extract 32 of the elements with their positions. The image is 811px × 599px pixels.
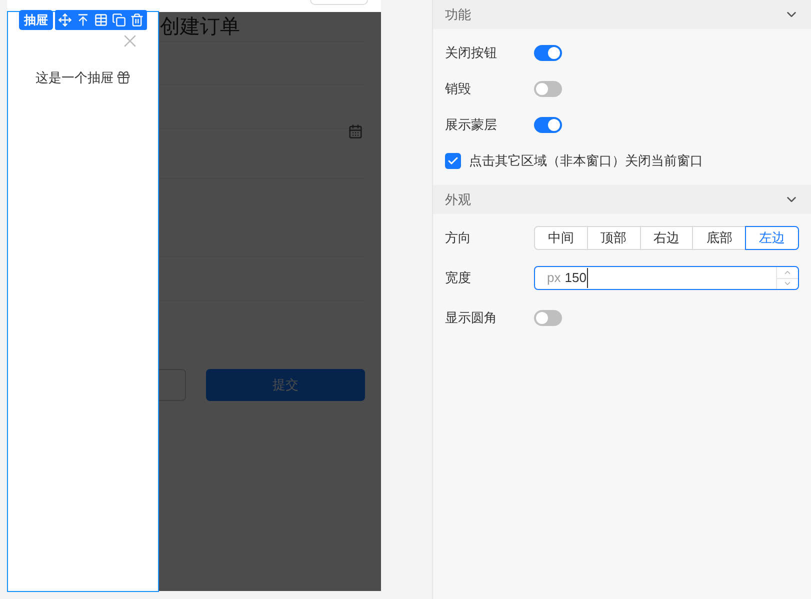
move-icon[interactable] [58,13,72,27]
form-title: 创建订单 [160,14,240,40]
drawer-tag: 抽屉 [19,10,53,30]
toggle-switch[interactable] [534,117,562,133]
field-label: 宽度 [445,269,472,288]
direction-option[interactable]: 底部 [692,226,746,250]
field-label: 展示蒙层 [445,116,498,134]
field-label: 显示圆角 [445,309,498,328]
field-label: 关闭按钮 [445,44,498,62]
trash-icon[interactable] [130,13,144,27]
toggle-switch[interactable] [534,81,562,97]
drawer-text: 这是一个抽屉 [36,69,114,87]
align-top-icon[interactable] [76,13,90,27]
toggle-switch[interactable] [534,45,562,61]
gift-icon [116,70,130,86]
toggle-switch[interactable] [534,310,562,326]
direction-option[interactable]: 中间 [534,226,588,250]
direction-option[interactable]: 顶部 [586,226,641,250]
toolbar-button-group [310,0,368,5]
field-label: 销毁 [445,80,472,98]
check-icon [447,155,459,167]
copy-icon[interactable] [112,13,126,27]
checkbox-label: 点击其它区域（非本窗口）关闭当前窗口 [469,152,703,170]
unit-prefix: px [547,269,561,288]
direction-option[interactable]: 左边 [745,226,799,250]
table-icon[interactable] [94,13,108,27]
field-label: 方向 [445,229,472,248]
section-header[interactable]: 功能 [433,0,811,29]
checkbox[interactable] [445,153,461,169]
input-value: 150 [564,268,588,288]
section-header[interactable]: 外观 [433,185,811,214]
direction-option[interactable]: 右边 [640,226,694,250]
